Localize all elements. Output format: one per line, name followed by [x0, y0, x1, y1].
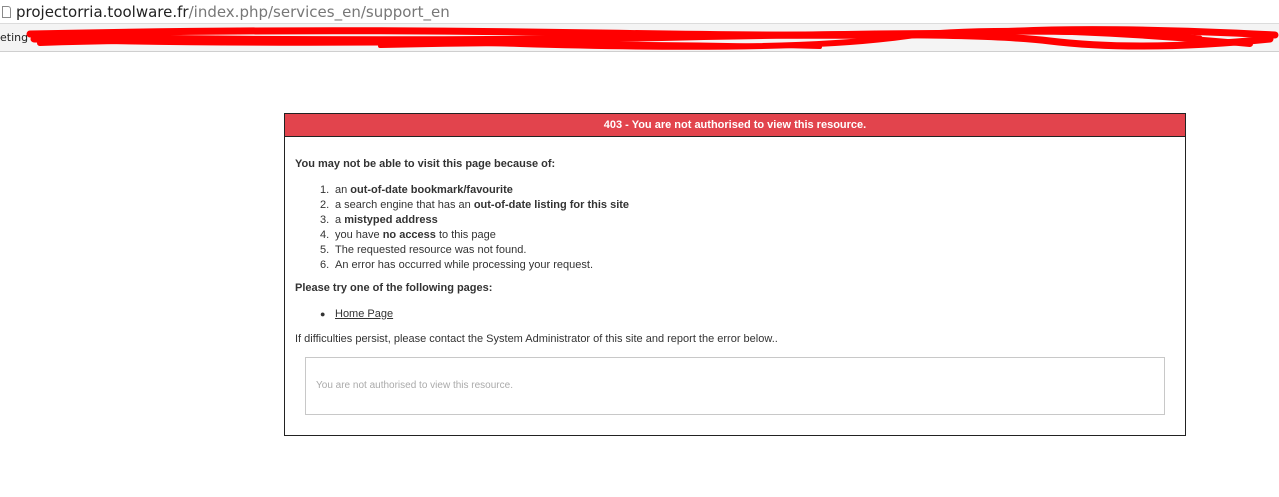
bookmarks-bar: eting — [0, 23, 1279, 52]
bullet-icon: ● — [320, 309, 326, 319]
page-links: ● Home Page — [320, 308, 393, 320]
error-header: 403 - You are not authorised to view thi… — [285, 114, 1185, 137]
list-item: 5. The requested resource was not found. — [320, 244, 527, 256]
list-item: 4. you have no access to this page — [320, 229, 496, 241]
error-panel: 403 - You are not authorised to view thi… — [284, 113, 1186, 436]
reason-list: 1. an out-of-date bookmark/favourite 2. a … — [320, 183, 629, 273]
url-host: projectorria.toolware.fr — [16, 2, 189, 21]
error-detail-box: You are not authorised to view this reso… — [305, 357, 1165, 415]
list-item: 1. an out-of-date bookmark/favourite — [320, 184, 513, 196]
redaction-scribble — [26, 26, 1279, 50]
list-item: 3. a mistyped address — [320, 214, 438, 226]
address-bar[interactable]: projectorria.toolware.fr/index.php/servi… — [0, 0, 1279, 23]
list-item: 2. a search engine that has an out-of-dat… — [320, 199, 630, 211]
try-heading: Please try one of the following pages: — [295, 282, 493, 294]
url-path: /index.php/services_en/support_en — [188, 2, 450, 21]
list-item: 6. An error has occurred while processing… — [320, 259, 594, 271]
list-item: ● Home Page — [320, 308, 393, 320]
error-intro: You may not be able to visit this page b… — [295, 158, 556, 170]
home-page-link[interactable]: Home Page — [335, 308, 393, 320]
page-icon — [2, 5, 11, 18]
persist-text: If difficulties persist, please contact … — [295, 333, 778, 345]
